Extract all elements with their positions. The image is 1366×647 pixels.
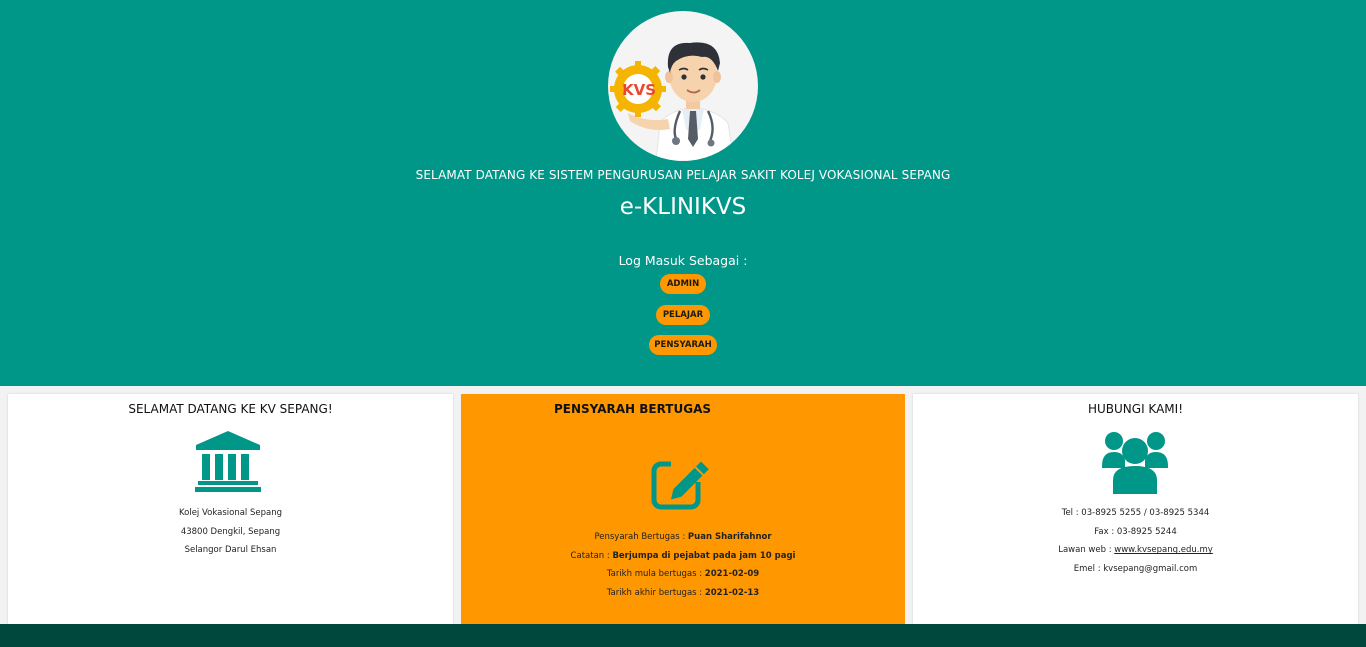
doctor-illustration: KVS: [610, 42, 735, 161]
start-date-label: Tarikh mula bertugas :: [606, 569, 705, 580]
duty-note-row: Catatan : Berjumpa di pejabat pada jam 1…: [461, 547, 905, 566]
contact-fax: Fax : 03-8925 5244: [1094, 526, 1177, 537]
contact-card-title: HUBUNGI KAMI!: [1087, 402, 1184, 416]
edit-icon: [651, 459, 711, 510]
end-date-label: Tarikh akhir bertugas :: [606, 588, 705, 599]
contact-tel: Tel : 03-8925 5255 / 03-8925 5344: [1061, 508, 1210, 518]
institution-icon: [195, 431, 261, 492]
users-icon: [1102, 432, 1168, 494]
welcome-tagline: SELAMAT DATANG KE SISTEM PENGURUSAN PELA…: [415, 168, 951, 182]
welcome-card-title: SELAMAT DATANG KE KV SEPANG!: [128, 402, 333, 416]
duty-start-row: Tarikh mula bertugas : 2021-02-09: [461, 565, 905, 584]
duty-end-row: Tarikh akhir bertugas : 2021-02-13: [461, 584, 905, 603]
website-link[interactable]: www.kvsepang.edu.my: [1114, 545, 1213, 555]
address-block: Kolej Vokasional Sepang 43800 Dengkil, S…: [8, 504, 453, 560]
lecturer-label: Pensyarah Bertugas :: [594, 532, 688, 542]
address-line: Selangor Darul Ehsan: [184, 545, 277, 556]
contact-details: Tel : 03-8925 5255 / 03-8925 5344 Fax : …: [913, 504, 1358, 579]
start-date-value: 2021-02-09: [704, 569, 760, 580]
web-label: Lawan web :: [1058, 545, 1115, 556]
login-as-label: Log Masuk Sebagai :: [618, 253, 748, 268]
duty-lecturer-card: PENSYARAH BERTUGAS Pensyarah Bertugas : …: [461, 394, 905, 626]
kvs-logo: KVS: [610, 61, 666, 117]
duty-lecturer-row: Pensyarah Bertugas : Puan Sharifahnor: [461, 528, 905, 547]
lecturer-name: Puan Sharifahnor: [687, 532, 772, 542]
address-line: 43800 Dengkil, Sepang: [180, 526, 281, 537]
login-pelajar-button[interactable]: PELAJAR: [656, 305, 710, 325]
welcome-card: SELAMAT DATANG KE KV SEPANG! Kolej Vokas…: [8, 394, 453, 626]
contact-card: HUBUNGI KAMI! Tel : 03-8925 5255 / 03-89…: [913, 394, 1358, 626]
login-admin-button[interactable]: ADMIN: [660, 274, 706, 294]
note-value: Berjumpa di pejabat pada jam 10 pagi: [612, 550, 796, 561]
end-date-value: 2021-02-13: [704, 588, 760, 599]
duty-lecturer-title: PENSYARAH BERTUGAS: [554, 402, 712, 416]
hero-section: KVS SELAMAT DATANG KE SISTEM PENGURUSAN …: [0, 0, 1366, 386]
contact-email: Emel : kvsepang@gmail.com: [1073, 564, 1198, 575]
svg-text:KVS: KVS: [622, 81, 656, 99]
app-title: e-KLINIKVS: [619, 194, 747, 220]
login-pensyarah-button[interactable]: PENSYARAH: [649, 335, 717, 355]
address-line: Kolej Vokasional Sepang: [178, 508, 282, 518]
doctor-avatar: KVS: [608, 11, 758, 161]
note-label: Catatan :: [570, 550, 613, 561]
footer-bar: [0, 624, 1366, 647]
contact-web-row: Lawan web : www.kvsepang.edu.my: [913, 541, 1358, 560]
duty-details: Pensyarah Bertugas : Puan Sharifahnor Ca…: [461, 528, 905, 603]
